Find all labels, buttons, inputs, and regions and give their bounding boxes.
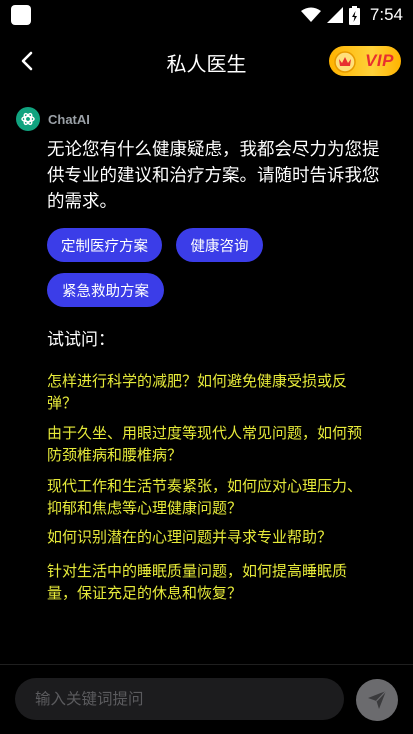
message-sender: ChatAI	[16, 107, 90, 131]
app-icon	[11, 5, 31, 25]
status-time: 7:54	[369, 5, 403, 24]
suggestion-item[interactable]: 如何识别潜在的心理问题并寻求专业帮助？	[47, 526, 397, 548]
message-line: 的需求。	[47, 192, 117, 212]
suggestion-item[interactable]: 针对生活中的睡眠质量问题，如何提高睡眠质 量，保证充足的休息和恢复？	[47, 560, 397, 604]
signal-icon	[326, 7, 343, 23]
chatai-avatar	[16, 107, 40, 131]
battery-charging-icon	[348, 5, 360, 25]
status-bar: 7:54	[0, 0, 413, 30]
question-input-container	[15, 678, 344, 720]
suggestion-item[interactable]: 现代工作和生活节奏紧张，如何应对心理压力、 抑郁和焦虑等心理健康问题？	[47, 475, 397, 519]
try-asking-label: 试试问：	[47, 330, 115, 350]
app-header: 私人医生 VIP	[0, 38, 413, 86]
message-line: 供专业的建议和治疗方案。请随时告诉我您	[47, 166, 380, 186]
chip-emergency-plan[interactable]: 紧急救助方案	[47, 273, 164, 307]
message-line: 无论您有什么健康疑虑，我都会尽力为您提	[47, 140, 380, 160]
assistant-message: 无论您有什么健康疑虑，我都会尽力为您提 供专业的建议和治疗方案。请随时告诉我您 …	[47, 137, 399, 215]
chip-health-consult[interactable]: 健康咨询	[176, 228, 263, 262]
suggestion-item[interactable]: 怎样进行科学的减肥？如何避免健康受损或反 弹？	[47, 370, 397, 414]
send-button[interactable]	[356, 679, 398, 721]
suggestion-item[interactable]: 由于久坐、用眼过度等现代人常见问题，如何预 防颈椎病和腰椎病？	[47, 422, 397, 466]
vip-label: VIP	[365, 51, 394, 70]
openai-logo-icon	[21, 112, 35, 126]
vip-button[interactable]: VIP	[329, 46, 401, 76]
crown-coin-icon	[334, 51, 356, 73]
input-divider	[0, 664, 413, 665]
status-icons: 7:54	[300, 4, 403, 26]
chip-custom-treatment[interactable]: 定制医疗方案	[47, 228, 162, 262]
sender-name: ChatAI	[48, 111, 90, 127]
send-icon	[368, 690, 387, 709]
question-input[interactable]	[15, 678, 344, 720]
wifi-icon	[300, 7, 321, 22]
